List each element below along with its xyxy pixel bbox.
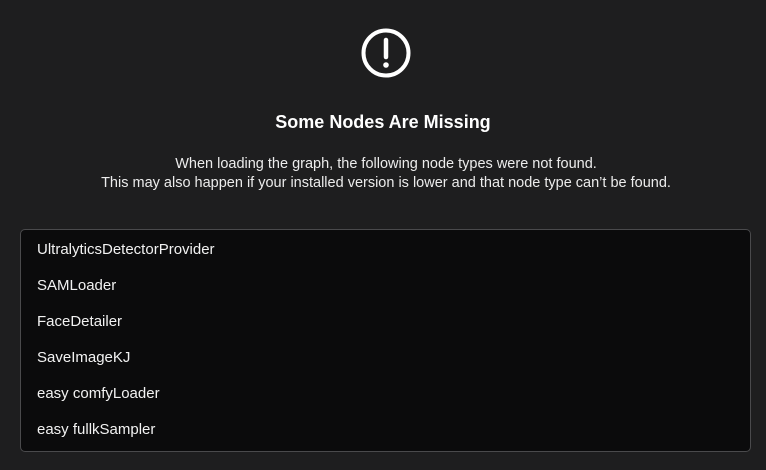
list-item: easy fullkSampler (37, 421, 156, 438)
missing-nodes-list[interactable]: UltralyticsDetectorProvider SAMLoader Fa… (20, 229, 751, 452)
list-item: SaveImageKJ (37, 349, 131, 366)
list-item: UltralyticsDetectorProvider (37, 241, 215, 258)
list-item: SAMLoader (37, 277, 117, 294)
dialog-message-line: This may also happen if your installed v… (101, 175, 671, 191)
dialog-message-line: When loading the graph, the following no… (175, 156, 597, 172)
dialog-title: Some Nodes Are Missing (275, 112, 491, 132)
list-item: FaceDetailer (37, 313, 123, 330)
dialog-message: When loading the graph, the following no… (0, 155, 766, 193)
list-item: easy comfyLoader (37, 385, 160, 402)
missing-nodes-dialog: Some Nodes Are Missing When loading the … (0, 0, 766, 470)
exclamation-circle-icon (361, 28, 411, 78)
